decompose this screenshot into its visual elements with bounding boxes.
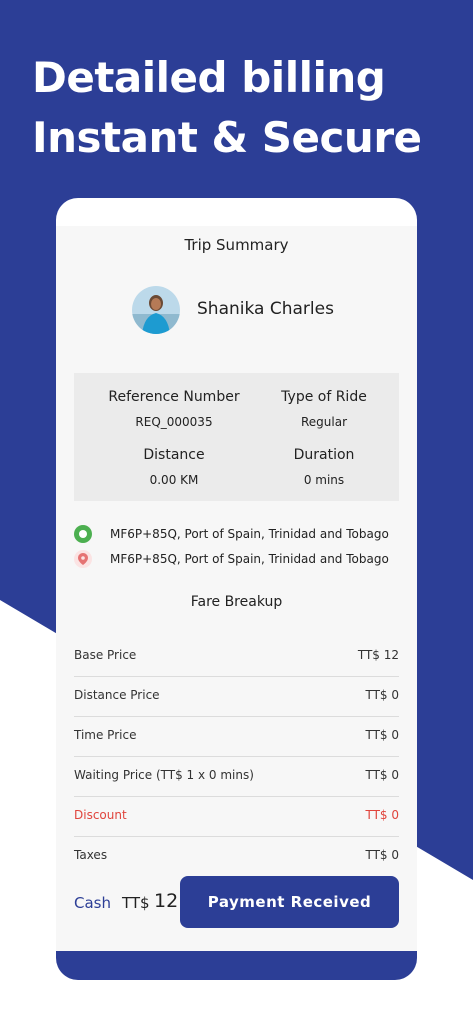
fare-label: Distance Price <box>74 688 160 702</box>
fare-value: TT$ 0 <box>365 688 399 702</box>
payment-method: Cash <box>74 894 111 912</box>
headline-line-2: Instant & Secure <box>32 113 422 162</box>
fare-value: TT$ 0 <box>365 808 399 822</box>
fare-label: Taxes <box>74 848 108 862</box>
ride-type-label: Type of Ride <box>281 389 367 405</box>
trip-summary-screen: Trip Summary Shanika Charles Reference N… <box>56 226 417 951</box>
ride-type-value: Regular <box>300 415 348 429</box>
fare-row-base-price: Base Price TT$ 12 <box>74 637 399 677</box>
fare-row-taxes: Taxes TT$ 0 <box>74 837 399 877</box>
reference-label: Reference Number <box>108 389 240 405</box>
total-amount: 12 <box>154 890 179 912</box>
fare-label: Base Price <box>74 648 137 662</box>
fare-breakup-title: Fare Breakup <box>190 594 283 610</box>
fare-row-distance-price: Distance Price TT$ 0 <box>74 677 399 717</box>
distance-value: 0.00 KM <box>149 473 199 487</box>
fare-row-waiting-price: Waiting Price (TT$ 1 x 0 mins) TT$ 0 <box>74 757 399 797</box>
fare-value: TT$ 12 <box>357 648 399 662</box>
headline-line-1: Detailed billing <box>32 53 386 102</box>
total-currency: TT$ <box>122 894 150 912</box>
distance-label: Distance <box>143 447 205 463</box>
map-pin-icon <box>74 550 92 568</box>
duration-label: Duration <box>293 447 355 463</box>
pickup-address: MF6P+85Q, Port of Spain, Trinidad and To… <box>110 527 389 541</box>
fare-label: Time Price <box>74 728 137 742</box>
pickup-location: MF6P+85Q, Port of Spain, Trinidad and To… <box>74 524 389 544</box>
phone-status-area <box>56 198 417 226</box>
drop-location: MF6P+85Q, Port of Spain, Trinidad and To… <box>74 549 389 569</box>
fare-value: TT$ 0 <box>365 728 399 742</box>
page-title: Trip Summary <box>184 236 289 254</box>
fare-value: TT$ 0 <box>365 768 399 782</box>
reference-value: REQ_000035 <box>135 415 213 429</box>
fare-value: TT$ 0 <box>365 848 399 862</box>
payment-received-button[interactable]: Payment Received <box>180 876 399 928</box>
fare-row-discount: Discount TT$ 0 <box>74 797 399 837</box>
phone-mockup: Trip Summary Shanika Charles Reference N… <box>56 198 417 980</box>
trip-info-box: Reference Number REQ_000035 Type of Ride… <box>74 373 399 501</box>
headline: Detailed billing Instant & Secure <box>32 48 422 168</box>
fare-row-time-price: Time Price TT$ 0 <box>74 717 399 757</box>
pickup-dot-icon <box>74 525 92 543</box>
fare-label: Waiting Price (TT$ 1 x 0 mins) <box>74 768 254 782</box>
duration-value: 0 mins <box>303 473 345 487</box>
drop-address: MF6P+85Q, Port of Spain, Trinidad and To… <box>110 552 389 566</box>
avatar <box>132 286 180 334</box>
fare-label: Discount <box>74 808 127 822</box>
rider-name: Shanika Charles <box>197 299 334 319</box>
